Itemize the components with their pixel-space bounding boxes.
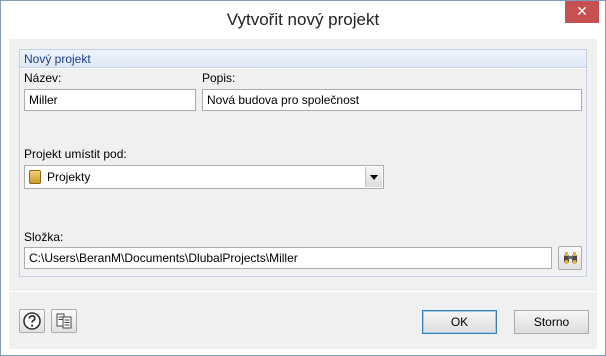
close-button[interactable]: ✕ <box>565 1 599 23</box>
folder-input[interactable]: C:\Users\BeranM\Documents\DlubalProjects… <box>24 247 552 269</box>
title-bar[interactable]: Vytvořit nový projekt ✕ <box>1 1 605 39</box>
copy-details-button[interactable] <box>51 309 77 333</box>
group-body: Název: Miller Popis: Nová budova pro spo… <box>20 69 586 276</box>
binoculars-icon <box>564 252 577 264</box>
parent-project-label: Projekt umístit pod: <box>24 147 127 161</box>
footer-separator <box>9 291 597 292</box>
ok-button[interactable]: OK <box>422 310 497 334</box>
name-label: Název: <box>24 71 62 85</box>
name-input[interactable]: Miller <box>24 89 196 111</box>
parent-project-value: Projekty <box>47 170 91 184</box>
group-title: Nový projekt <box>24 52 91 66</box>
dialog-client-area: Nový projekt Název: Miller Popis: Nová b… <box>9 39 597 349</box>
copy-details-icon <box>56 313 72 329</box>
folder-label: Složka: <box>24 230 64 244</box>
dialog-window: Vytvořit nový projekt ✕ Nový projekt Náz… <box>0 0 606 356</box>
help-icon <box>23 312 41 330</box>
parent-project-select[interactable]: Projekty <box>24 165 384 189</box>
cancel-button[interactable]: Storno <box>514 310 589 334</box>
description-label: Popis: <box>202 71 236 85</box>
new-project-group: Nový projekt Název: Miller Popis: Nová b… <box>19 49 587 277</box>
group-header: Nový projekt <box>20 50 586 68</box>
help-button[interactable] <box>19 309 45 333</box>
dialog-title: Vytvořit nový projekt <box>226 10 380 29</box>
chevron-down-icon[interactable] <box>365 167 382 187</box>
browse-folder-button[interactable] <box>558 246 582 270</box>
project-folder-icon <box>29 170 41 184</box>
description-input[interactable]: Nová budova pro společnost <box>202 89 582 111</box>
close-icon: ✕ <box>576 3 588 19</box>
